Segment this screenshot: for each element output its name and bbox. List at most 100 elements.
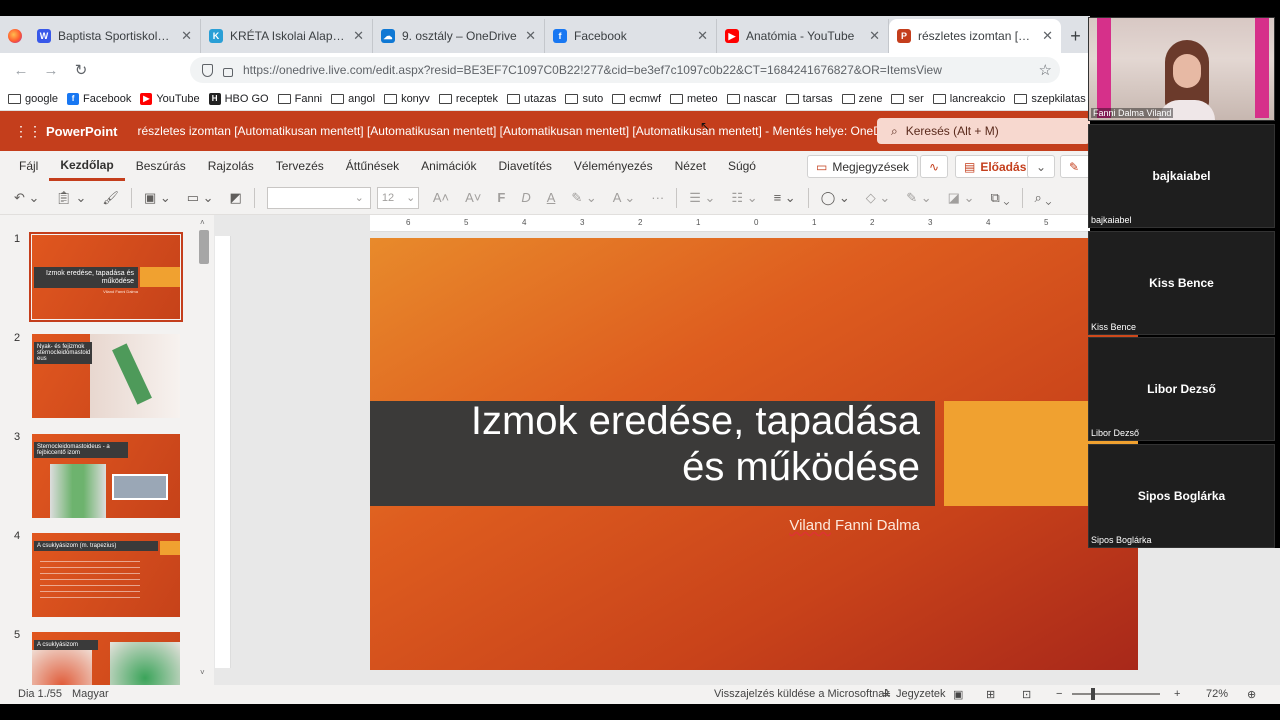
bookmark-item[interactable]: f Facebook <box>67 92 131 105</box>
forward-icon[interactable]: → <box>36 62 66 79</box>
close-icon[interactable]: ✕ <box>1042 28 1053 44</box>
bookmark-item[interactable]: angol <box>331 93 375 105</box>
slide-thumb-3[interactable]: Sternocleidomastoideus - a fejbiccentő i… <box>32 434 180 518</box>
slide-title[interactable]: Izmok eredése, tapadása és működése <box>370 398 920 490</box>
slide-canvas[interactable]: Izmok eredése, tapadása és működése Vila… <box>370 238 1138 670</box>
edit-button[interactable]: ✎ <box>1060 155 1090 178</box>
font-color-icon[interactable]: A ⌄ <box>613 190 635 206</box>
italic-icon[interactable]: D <box>521 190 530 205</box>
zoom-level[interactable]: 72% <box>1206 688 1228 700</box>
bookmark-star-icon[interactable]: ☆ <box>1039 61 1052 79</box>
zoom-slider-handle[interactable] <box>1091 688 1095 700</box>
slide-subtitle[interactable]: Viland Fanni Dalma <box>370 517 920 534</box>
url-text[interactable]: https://onedrive.live.com/edit.aspx?resi… <box>243 63 942 77</box>
participant-tile[interactable]: bajkaiabel bajkaiabel <box>1088 124 1275 228</box>
bold-icon[interactable]: F <box>497 190 505 205</box>
thumbnail-scrollbar[interactable]: ˄ ˅ <box>199 218 211 678</box>
ribbon-tab[interactable]: Tervezés <box>265 151 335 181</box>
new-tab-button[interactable]: + <box>1061 19 1090 53</box>
app-launcher-icon[interactable]: ⋮⋮ <box>0 123 42 140</box>
ribbon-tab[interactable]: Diavetítés <box>488 151 563 181</box>
bookmark-item[interactable]: suto <box>565 93 603 105</box>
ribbon-tab[interactable]: Animációk <box>410 151 487 181</box>
undo-icon[interactable]: ↶ ⌄ <box>14 190 39 206</box>
fill-icon[interactable]: ◇ ⌄ <box>866 190 891 206</box>
find-icon[interactable]: ⌕ ⌄ <box>1035 190 1052 206</box>
language-indicator[interactable]: Magyar <box>72 688 109 700</box>
shapes-icon[interactable]: ◯ ⌄ <box>821 190 850 206</box>
ribbon-tab[interactable]: Beszúrás <box>125 151 197 181</box>
outline-icon[interactable]: ✎ ⌄ <box>906 190 931 206</box>
close-icon[interactable]: ✕ <box>353 28 364 44</box>
notes-button[interactable]: Jegyzetek <box>896 688 946 700</box>
scroll-down-icon[interactable]: ˅ <box>200 668 205 677</box>
comments-button[interactable]: ▭ Megjegyzések <box>807 155 919 178</box>
browser-tab[interactable]: Prészletes izomtan [Automat ✕ <box>889 19 1061 53</box>
activity-button[interactable]: ∿ <box>920 155 948 178</box>
close-icon[interactable]: ✕ <box>181 28 192 44</box>
search-box[interactable]: ⌕ Keresés (Alt + M) <box>877 118 1090 144</box>
slide-thumb-4[interactable]: A csuklyásizom (m. trapezius) <box>32 533 180 617</box>
browser-tab[interactable]: K KRÉTA Iskolai Alaprendszer ✕ <box>201 19 373 53</box>
notes-icon[interactable]: ≙ <box>882 688 891 701</box>
self-video-tile[interactable]: Fanni Dalma Viland <box>1088 17 1275 121</box>
grow-font-icon[interactable]: A˄ <box>433 190 449 205</box>
ribbon-tab[interactable]: Súgó <box>717 151 767 181</box>
bookmark-item[interactable]: szepkilatas <box>1014 93 1086 105</box>
bookmark-item[interactable]: tarsas <box>785 93 833 105</box>
underline-icon[interactable]: A <box>547 190 556 205</box>
reload-icon[interactable]: ↻ <box>66 61 96 79</box>
fit-slide-icon[interactable]: ⊕ <box>1247 688 1256 701</box>
slide-thumb-1[interactable]: Izmok eredése, tapadása és működése Vila… <box>29 232 183 322</box>
bookmark-item[interactable]: google <box>8 93 58 105</box>
ribbon-tab[interactable]: Kezdőlap <box>49 151 125 181</box>
more-icon[interactable]: ··· <box>651 190 664 205</box>
browser-tab[interactable]: ☁ 9. osztály – OneDrive ✕ <box>373 19 545 53</box>
ribbon-tab[interactable]: Véleményezés <box>563 151 664 181</box>
bookmark-item[interactable]: konyv <box>384 93 430 105</box>
participant-tile[interactable]: Kiss Bence Kiss Bence <box>1088 230 1275 335</box>
bookmark-item[interactable]: meteo <box>670 93 718 105</box>
bookmark-item[interactable]: ecmwf <box>612 93 661 105</box>
address-bar[interactable]: https://onedrive.live.com/edit.aspx?resi… <box>190 57 1060 83</box>
bookmark-item[interactable]: ▶ YouTube <box>140 92 200 105</box>
paste-icon[interactable]: 📋︎ ⌄ <box>55 190 86 206</box>
bookmark-item[interactable]: utazas <box>507 93 556 105</box>
present-button[interactable]: ▤ Előadás <box>955 155 1036 178</box>
align-icon[interactable]: ≡ ⌄ <box>774 190 796 206</box>
bookmark-item[interactable]: nascar <box>726 93 777 105</box>
slide-design-icon[interactable]: ◩ <box>230 190 242 206</box>
firefox-icon[interactable] <box>0 19 29 53</box>
font-family-select[interactable]: ⌄ <box>266 186 371 209</box>
browser-tab[interactable]: W Baptista Sportiskola - Bapti ✕ <box>29 19 201 53</box>
present-dropdown[interactable]: ⌄ <box>1027 155 1055 178</box>
reading-view-icon[interactable]: ⊡ <box>1022 688 1031 701</box>
bookmark-item[interactable]: H HBO GO <box>208 92 269 105</box>
app-name[interactable]: PowerPoint <box>46 124 118 139</box>
highlight-icon[interactable]: ✎ ⌄ <box>571 190 596 206</box>
slide-thumb-5[interactable]: A csuklyásizom <box>32 632 180 685</box>
browser-tab[interactable]: ▶ Anatómia - YouTube ✕ <box>717 19 889 53</box>
ribbon-tab[interactable]: Fájl <box>8 151 49 181</box>
effects-icon[interactable]: ◪ ⌄ <box>948 190 975 206</box>
close-icon[interactable]: ✕ <box>869 28 880 44</box>
close-icon[interactable]: ✕ <box>697 28 708 44</box>
scrollbar-thumb[interactable] <box>199 230 209 264</box>
bookmark-item[interactable]: zene <box>841 93 882 105</box>
ribbon-tab[interactable]: Rajzolás <box>197 151 265 181</box>
shield-icon[interactable] <box>202 63 213 77</box>
sorter-view-icon[interactable]: ⊞ <box>986 688 995 701</box>
slide-thumb-2[interactable]: Nyak- és fejizmok sternocleidomastoid eu… <box>32 334 180 418</box>
lock-icon[interactable] <box>223 67 233 77</box>
zoom-out-button[interactable]: − <box>1056 688 1062 700</box>
zoom-slider[interactable] <box>1072 693 1160 695</box>
bookmark-item[interactable]: lancreakcio <box>932 93 1005 105</box>
participant-tile[interactable]: Libor Dezső Libor Dezső <box>1088 337 1275 441</box>
new-slide-icon[interactable]: ▣ ⌄ <box>144 190 171 206</box>
layout-icon[interactable]: ▭ ⌄ <box>187 190 214 206</box>
feedback-link[interactable]: Visszajelzés küldése a Microsoftnak <box>714 688 890 700</box>
participant-tile[interactable]: Sipos Boglárka Sipos Boglárka <box>1088 443 1275 548</box>
bookmark-item[interactable]: Fanni <box>277 93 322 105</box>
ribbon-tab[interactable]: Áttűnések <box>335 151 410 181</box>
numbering-icon[interactable]: ☷ ⌄ <box>731 190 757 206</box>
